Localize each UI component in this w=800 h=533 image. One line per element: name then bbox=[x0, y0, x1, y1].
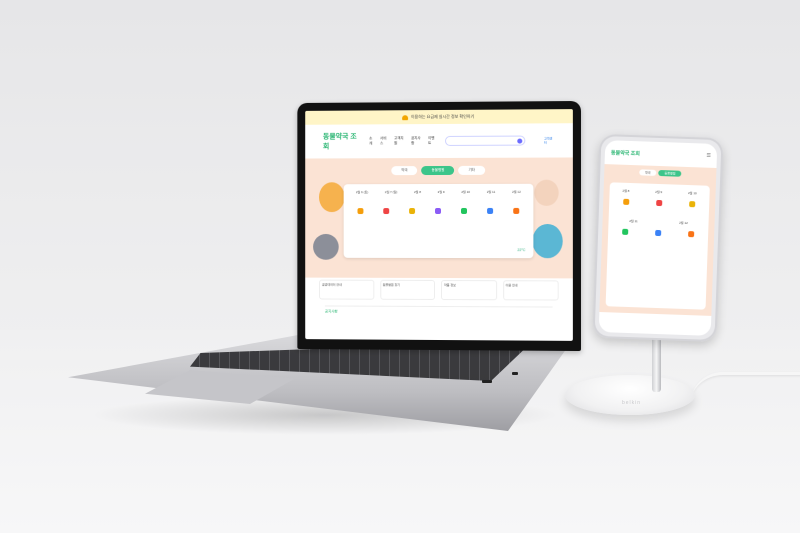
date-cell[interactable]: 2월 10 bbox=[461, 190, 470, 194]
info-card[interactable]: 동물병원 찾기 bbox=[379, 279, 436, 300]
status-icon bbox=[460, 207, 468, 214]
phone-tab[interactable]: 동물병원 bbox=[658, 169, 682, 177]
date-cell[interactable]: 2월 11 bbox=[629, 219, 638, 223]
laptop-screen: 이용하는 요금제 실시간 정보 확인하기 동물약국 조회 소개 서비스 고객지원… bbox=[305, 109, 573, 341]
tab-hospital[interactable]: 동물병원 bbox=[421, 165, 455, 176]
smartphone: 동물약국 조회 ☰ 약국 동물병원 2월 8 2월 9 2월 10 2월 11 … bbox=[592, 133, 724, 343]
bell-icon bbox=[401, 114, 408, 120]
nav-item[interactable]: 소개 bbox=[369, 136, 375, 146]
cat-character bbox=[313, 233, 339, 260]
date-cell[interactable]: 2월 9 bbox=[438, 190, 445, 194]
customer-service-label: 고객센터 bbox=[543, 136, 553, 145]
date-cell[interactable]: 2월 9 bbox=[655, 190, 662, 194]
main-nav: 소개 서비스 고객지원 공지사항 이벤트 bbox=[369, 136, 437, 146]
phone-screen: 동물약국 조회 ☰ 약국 동물병원 2월 8 2월 9 2월 10 2월 11 … bbox=[598, 140, 718, 336]
laptop-port bbox=[512, 372, 518, 375]
tab-bar: 약국 동물병원 기타 bbox=[391, 165, 485, 176]
nav-item[interactable]: 공지사항 bbox=[411, 136, 423, 146]
hero-section: 약국 동물병원 기타 2월 6 (토) 2월 7 (일) 2월 8 2월 9 2… bbox=[305, 157, 573, 279]
info-card[interactable]: 공공데이터 안내 bbox=[318, 279, 374, 300]
nav-item[interactable]: 서비스 bbox=[380, 136, 389, 146]
search-icon bbox=[517, 138, 523, 144]
nav-item[interactable]: 이벤트 bbox=[428, 136, 437, 146]
status-icon bbox=[383, 208, 390, 215]
menu-icon[interactable]: ☰ bbox=[706, 153, 711, 159]
phone-tab[interactable]: 약국 bbox=[638, 169, 657, 176]
bear-character bbox=[534, 179, 559, 206]
status-icon bbox=[688, 231, 695, 238]
status-icon bbox=[621, 228, 628, 235]
date-cell[interactable]: 2월 8 bbox=[414, 190, 421, 194]
notice-section[interactable]: 공지사항 bbox=[324, 305, 553, 316]
phone-icon-row bbox=[608, 222, 708, 238]
status-icon bbox=[689, 201, 696, 208]
date-cell[interactable]: 2월 12 bbox=[679, 221, 688, 225]
info-card[interactable]: 이용 안내 bbox=[502, 280, 559, 301]
phone-logo[interactable]: 동물약국 조회 bbox=[611, 149, 640, 157]
phone-hero: 약국 동물병원 2월 8 2월 9 2월 10 2월 11 2월 12 bbox=[599, 164, 717, 316]
site-header: 동물약국 조회 소개 서비스 고객지원 공지사항 이벤트 고객센터 bbox=[305, 123, 573, 158]
status-icon bbox=[357, 208, 364, 215]
site-logo[interactable]: 동물약국 조회 bbox=[323, 131, 361, 151]
status-icon bbox=[622, 198, 630, 205]
tab-pharmacy[interactable]: 약국 bbox=[391, 166, 418, 176]
date-cell[interactable]: 2월 7 (일) bbox=[385, 190, 397, 194]
stand-base bbox=[565, 375, 695, 415]
nav-item[interactable]: 고객지원 bbox=[394, 136, 406, 146]
date-cell[interactable]: 2월 12 bbox=[512, 190, 521, 194]
date-row: 2월 6 (토) 2월 7 (일) 2월 8 2월 9 2월 10 2월 11 … bbox=[344, 184, 534, 194]
status-icon bbox=[487, 207, 494, 214]
tab-etc[interactable]: 기타 bbox=[458, 165, 485, 175]
phone-schedule-panel: 2월 8 2월 9 2월 10 2월 11 2월 12 bbox=[605, 182, 710, 310]
laptop-lid: 이용하는 요금제 실시간 정보 확인하기 동물약국 조회 소개 서비스 고객지원… bbox=[297, 100, 581, 352]
search-input[interactable] bbox=[445, 135, 526, 146]
notice-bar[interactable]: 이용하는 요금제 실시간 정보 확인하기 bbox=[305, 109, 573, 125]
mascot-character bbox=[318, 182, 345, 213]
status-icon bbox=[655, 229, 662, 237]
info-cards: 공공데이터 안내 동물병원 찾기 약품 정보 이용 안내 bbox=[318, 279, 559, 301]
notice-text: 이용하는 요금제 실시간 정보 확인하기 bbox=[410, 113, 475, 120]
status-icon bbox=[656, 199, 663, 207]
stand-brand: belkin bbox=[622, 400, 642, 406]
date-cell[interactable]: 2월 6 (토) bbox=[356, 190, 368, 194]
info-card[interactable]: 약품 정보 bbox=[440, 280, 497, 301]
date-cell[interactable]: 2월 8 bbox=[622, 189, 629, 193]
status-icon-row bbox=[344, 194, 534, 215]
weather-readout: 22°C bbox=[517, 248, 526, 253]
status-icon bbox=[409, 208, 416, 215]
status-icon bbox=[513, 207, 520, 214]
date-cell[interactable]: 2월 10 bbox=[688, 191, 697, 195]
date-cell[interactable]: 2월 11 bbox=[487, 190, 495, 194]
charging-cable bbox=[690, 372, 800, 405]
status-icon bbox=[435, 207, 441, 215]
schedule-panel: 2월 6 (토) 2월 7 (일) 2월 8 2월 9 2월 10 2월 11 … bbox=[343, 183, 534, 259]
rabbit-character bbox=[532, 223, 563, 259]
laptop-port bbox=[482, 380, 492, 383]
